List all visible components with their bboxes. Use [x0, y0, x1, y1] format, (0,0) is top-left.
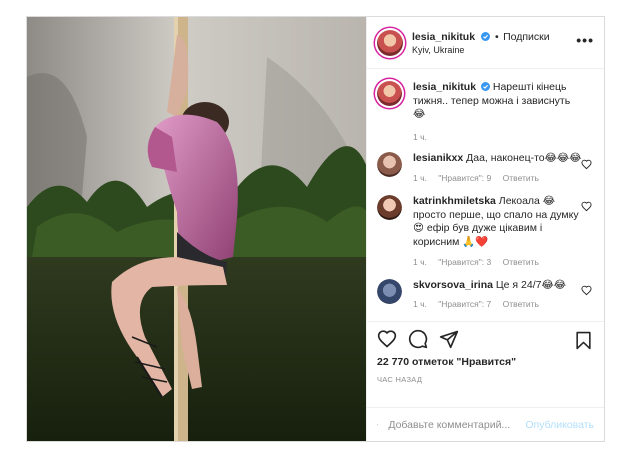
heart-icon[interactable]: [377, 329, 397, 349]
comment-avatar[interactable]: [377, 279, 402, 304]
comment-meta: 1 ч. "Нравится": 9 Ответить: [413, 173, 583, 183]
post-location[interactable]: Kyiv, Ukraine: [412, 44, 550, 57]
emoji-icon[interactable]: [377, 415, 379, 434]
comment-reply-button[interactable]: Ответить: [503, 257, 539, 267]
post-side-panel: lesia_nikituk • Подписки Kyiv, Ukraine •…: [366, 17, 604, 441]
publish-button[interactable]: Опубликовать: [525, 419, 594, 431]
action-icons-row: [377, 322, 594, 356]
comment-likes[interactable]: "Нравится": 9: [438, 173, 491, 183]
add-comment-bar: Опубликовать: [367, 407, 604, 441]
author-avatar[interactable]: [377, 29, 403, 56]
comment-likes[interactable]: "Нравится": 7: [438, 299, 491, 309]
comment-text: lesianikxx Даа, наконец-то😂😂😂: [413, 152, 583, 166]
caption-body: lesia_nikituk Нарешті кінець тижня.. теп…: [413, 81, 583, 142]
author-username[interactable]: lesia_nikituk: [412, 31, 475, 43]
comment-like-heart-icon[interactable]: [581, 285, 592, 296]
header-text: lesia_nikituk • Подписки Kyiv, Ukraine: [412, 29, 550, 57]
comment-avatar[interactable]: [377, 151, 402, 177]
comment-text: skvorsova_irina Це я 24/7😂😂: [413, 279, 583, 293]
add-comment-input[interactable]: [388, 418, 524, 431]
post-photo-image: [27, 17, 366, 441]
caption-time[interactable]: 1 ч.: [413, 132, 427, 142]
comment-like-heart-icon[interactable]: [581, 159, 592, 170]
comment-reply-button[interactable]: Ответить: [503, 299, 539, 309]
more-options-icon[interactable]: •••: [576, 33, 594, 47]
comments-list: lesia_nikituk Нарешті кінець тижня.. теп…: [367, 69, 604, 321]
post-timestamp[interactable]: ЧАС НАЗАД: [377, 375, 594, 384]
comment-username[interactable]: lesianikxx: [413, 152, 463, 164]
comment-message: Це я 24/7😂😂: [495, 279, 566, 291]
comment-meta: 1 ч. "Нравится": 3 Ответить: [413, 257, 583, 267]
comment-message: Даа, наконец-то😂😂😂: [466, 151, 582, 164]
comment-avatar[interactable]: [377, 195, 402, 220]
comment-item: skvorsova_irina Це я 24/7😂😂 1 ч. "Нравит…: [377, 279, 594, 309]
header-separator: •: [494, 30, 499, 43]
comment-like-heart-icon[interactable]: [581, 201, 592, 212]
comment-username[interactable]: skvorsova_irina: [413, 279, 493, 291]
instagram-post: lesia_nikituk • Подписки Kyiv, Ukraine •…: [26, 16, 605, 442]
post-header: lesia_nikituk • Подписки Kyiv, Ukraine •…: [367, 17, 604, 69]
caption: lesia_nikituk Нарешті кінець тижня.. теп…: [377, 81, 594, 142]
post-actions: 22 770 отметок "Нравится" ЧАС НАЗАД: [367, 321, 604, 407]
verified-icon: [480, 82, 490, 91]
comment-time[interactable]: 1 ч.: [413, 257, 427, 267]
following-button[interactable]: Подписки: [503, 31, 550, 43]
comment-meta: 1 ч. "Нравится": 7 Ответить: [413, 299, 583, 309]
caption-text: lesia_nikituk Нарешті кінець тижня.. теп…: [413, 81, 583, 122]
comment-likes[interactable]: "Нравится": 3: [438, 257, 491, 267]
comment-time[interactable]: 1 ч.: [413, 299, 427, 309]
comment-item: lesianikxx Даа, наконец-то😂😂😂 1 ч. "Нрав…: [377, 151, 594, 184]
comment-item: katrinkhmiletska Лекоала 😂 просто перше,…: [377, 195, 594, 267]
comment-icon[interactable]: [408, 329, 428, 349]
comment-time[interactable]: 1 ч.: [413, 173, 427, 183]
comment-reply-button[interactable]: Ответить: [503, 173, 539, 183]
caption-avatar[interactable]: [377, 81, 402, 106]
caption-meta: 1 ч.: [413, 132, 583, 142]
comment-body: lesianikxx Даа, наконец-то😂😂😂 1 ч. "Нрав…: [413, 152, 583, 184]
caption-username[interactable]: lesia_nikituk: [413, 81, 476, 93]
verified-icon: [481, 31, 491, 41]
post-photo[interactable]: [27, 17, 366, 441]
comment-text: katrinkhmiletska Лекоала 😂 просто перше,…: [413, 195, 583, 249]
comment-body: katrinkhmiletska Лекоала 😂 просто перше,…: [413, 195, 583, 267]
comment-body: skvorsova_irina Це я 24/7😂😂 1 ч. "Нравит…: [413, 279, 583, 309]
share-icon[interactable]: [439, 329, 459, 349]
comment-username[interactable]: katrinkhmiletska: [413, 195, 496, 207]
likes-count[interactable]: 22 770 отметок "Нравится": [377, 356, 594, 368]
bookmark-icon[interactable]: [575, 331, 592, 350]
